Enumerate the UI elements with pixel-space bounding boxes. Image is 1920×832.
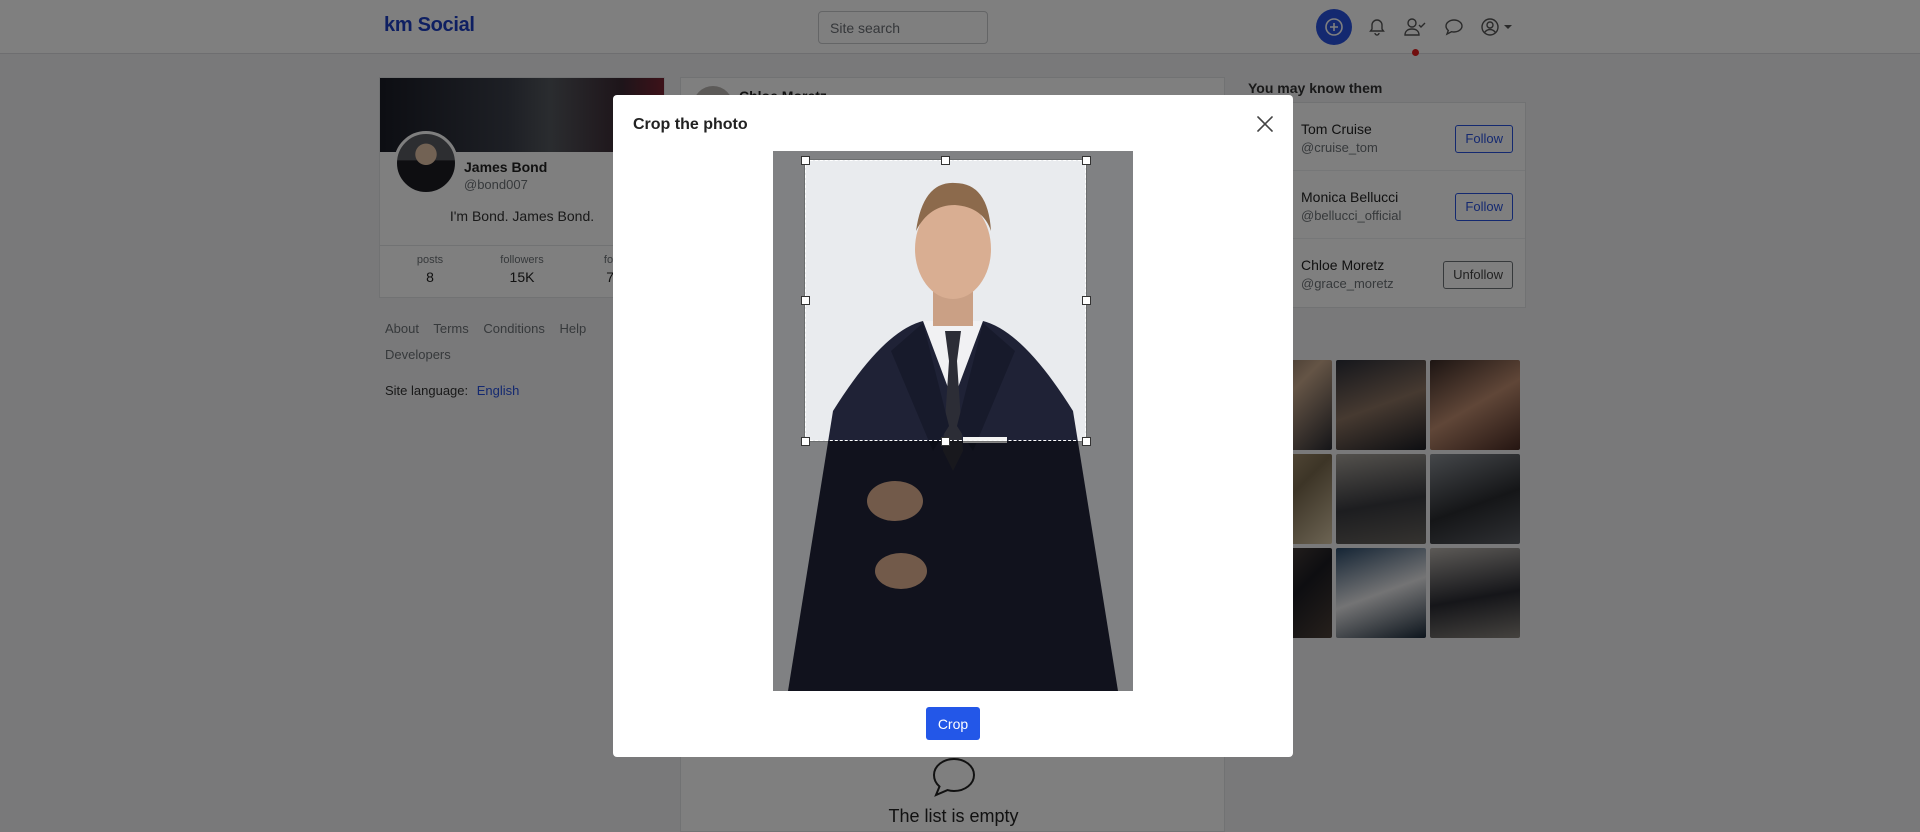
crop-selection-box[interactable]: [805, 160, 1086, 441]
crop-handle-right[interactable]: [1082, 296, 1091, 305]
crop-handle-top-right[interactable]: [1082, 156, 1091, 165]
crop-handle-top-left[interactable]: [801, 156, 810, 165]
crop-handle-bottom-right[interactable]: [1082, 437, 1091, 446]
crop-mask: [805, 441, 1086, 691]
crop-button[interactable]: Crop: [926, 707, 980, 740]
crop-handle-bottom-left[interactable]: [801, 437, 810, 446]
crop-handle-left[interactable]: [801, 296, 810, 305]
crop-handle-top[interactable]: [941, 156, 950, 165]
crop-mask: [773, 151, 805, 691]
crop-mask: [1086, 151, 1133, 691]
close-icon[interactable]: [1253, 112, 1277, 136]
crop-canvas[interactable]: [773, 151, 1133, 691]
crop-handle-bottom[interactable]: [941, 437, 950, 446]
crop-photo-dialog: Crop the photo Crop: [613, 95, 1293, 757]
dialog-title: Crop the photo: [633, 116, 748, 133]
